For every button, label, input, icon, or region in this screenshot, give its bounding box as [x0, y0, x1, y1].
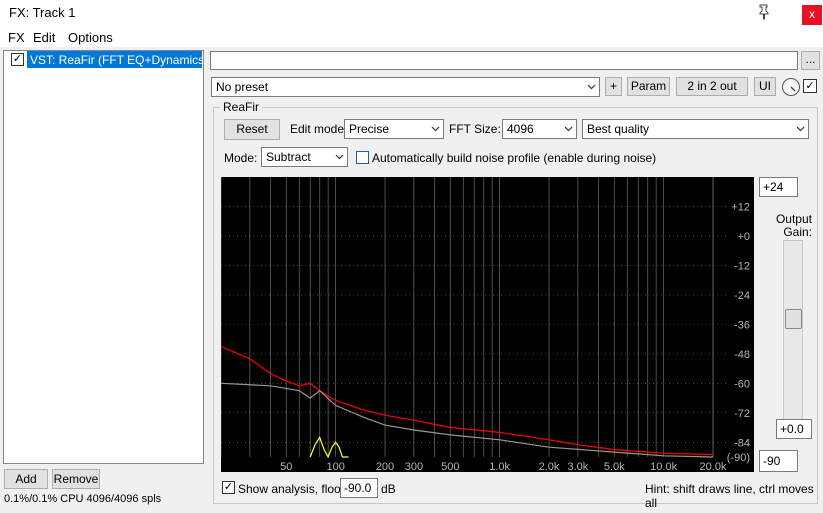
mode-label: Mode:	[224, 151, 258, 165]
db-tick-label: (-90)	[727, 452, 750, 464]
menu-edit[interactable]: Edit	[33, 30, 55, 45]
edit-mode-dropdown[interactable]: Precise	[344, 119, 444, 139]
menu-options[interactable]: Options	[68, 30, 113, 45]
freq-tick-label: 200	[376, 461, 394, 472]
db-range-max-field[interactable]: +24	[759, 177, 798, 197]
db-range-min-field[interactable]: -90	[759, 450, 798, 472]
fx-enable-checkbox[interactable]: ✓	[11, 53, 24, 66]
fft-size-value: 4096	[507, 122, 534, 136]
freq-tick-label: 300	[405, 461, 423, 472]
freq-tick-label: 100	[326, 461, 344, 472]
ui-button[interactable]: UI	[754, 77, 776, 96]
db-tick-label: -12	[734, 260, 750, 272]
io-routing-button[interactable]: 2 in 2 out	[676, 77, 748, 96]
filter-curve-line	[309, 436, 349, 459]
fx-name-field[interactable]	[210, 51, 798, 70]
output-gain-label: Output Gain:	[770, 213, 812, 239]
analysis-spectrum-line	[221, 345, 714, 456]
chevron-down-icon	[587, 84, 596, 90]
fx-chain-list[interactable]	[3, 50, 204, 464]
remove-fx-button[interactable]: Remove	[52, 469, 100, 489]
pin-icon[interactable]	[755, 3, 773, 21]
add-fx-button[interactable]: Add	[4, 469, 48, 489]
knob-indicator-icon	[790, 86, 796, 92]
fx-chain-item-label[interactable]: VST: ReaFir (FFT EQ+Dynamics ...	[27, 51, 202, 68]
group-title: ReaFir	[220, 100, 263, 114]
db-tick-label: -84	[734, 437, 750, 449]
spectrum-plot[interactable]: +12 +0 -12 -24 -36 -48 -60 -72 -84 (-90) 50 100 200 3…	[221, 177, 754, 472]
edit-mode-label: Edit mode:	[290, 122, 348, 136]
param-button[interactable]: Param	[627, 77, 670, 96]
output-gain-field[interactable]: +0.0	[776, 419, 812, 439]
freq-tick-label: 2.0k	[539, 461, 560, 472]
db-tick-label: -36	[734, 319, 750, 331]
fft-size-label: FFT Size:	[449, 122, 501, 136]
db-tick-label: -72	[734, 408, 750, 420]
analysis-floor-field[interactable]: -90.0	[340, 478, 378, 498]
close-button[interactable]: x	[802, 5, 822, 25]
db-tick-label: +0	[737, 231, 750, 243]
freq-tick-label: 20.0k	[700, 461, 727, 472]
auto-noise-checkbox[interactable]	[356, 151, 369, 164]
fft-size-dropdown[interactable]: 4096	[502, 119, 577, 139]
chevron-down-icon	[431, 126, 440, 132]
output-gain-label-line2: Gain:	[783, 225, 812, 239]
mode-value: Subtract	[266, 150, 311, 164]
preset-value: No preset	[216, 80, 269, 94]
freq-tick-label: 1.0k	[489, 461, 510, 472]
noise-profile-line	[221, 382, 714, 458]
db-tick-label: -24	[734, 290, 750, 302]
quality-dropdown[interactable]: Best quality	[582, 119, 809, 139]
floor-unit: dB	[381, 482, 396, 496]
freq-tick-label: 3.0k	[567, 461, 588, 472]
more-button[interactable]: ...	[801, 51, 820, 70]
menu-bar	[0, 27, 823, 47]
freq-tick-label: 50	[280, 461, 292, 472]
window-title: FX: Track 1	[9, 5, 76, 20]
output-gain-slider[interactable]	[783, 240, 803, 422]
bypass-checkbox[interactable]: ✓	[803, 79, 817, 93]
preset-dropdown[interactable]: No preset	[211, 77, 600, 97]
chevron-down-icon	[796, 126, 805, 132]
wet-knob[interactable]	[782, 78, 800, 96]
cpu-usage: 0.1%/0.1% CPU 4096/4096 spls	[4, 493, 162, 505]
quality-value: Best quality	[587, 122, 650, 136]
hint-text: Hint: shift draws line, ctrl moves all	[645, 482, 814, 510]
preset-menu-button[interactable]: +	[605, 77, 622, 96]
freq-tick-label: 5.0k	[604, 461, 625, 472]
chevron-down-icon	[564, 126, 573, 132]
db-tick-label: +12	[731, 201, 750, 213]
freq-tick-label: 500	[441, 461, 459, 472]
spectrum-graph[interactable]: +12 +0 -12 -24 -36 -48 -60 -72 -84 (-90) 50 100 200 3…	[221, 177, 754, 472]
chevron-down-icon	[335, 154, 344, 160]
auto-noise-label[interactable]: Automatically build noise profile (enabl…	[372, 151, 656, 165]
freq-tick-label: 10.0k	[650, 461, 677, 472]
menu-fx[interactable]: FX	[8, 30, 25, 45]
mode-dropdown[interactable]: Subtract	[261, 147, 348, 167]
edit-mode-value: Precise	[349, 122, 390, 136]
db-tick-label: -48	[734, 349, 750, 361]
title-bar	[0, 0, 823, 27]
output-gain-slider-thumb[interactable]	[785, 308, 802, 329]
reset-button[interactable]: Reset	[224, 119, 280, 140]
fx-chain-item[interactable]: ✓ VST: ReaFir (FFT EQ+Dynamics ...	[5, 51, 203, 69]
show-analysis-label[interactable]: Show analysis, floor:	[238, 482, 348, 496]
show-analysis-checkbox[interactable]: ✓	[222, 481, 235, 494]
db-tick-label: -60	[734, 378, 750, 390]
